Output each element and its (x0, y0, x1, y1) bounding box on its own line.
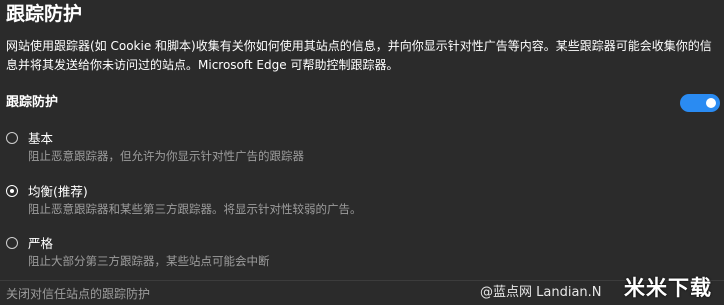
option-strict-label: 严格 (28, 236, 54, 251)
tracking-toggle-label: 跟踪防护 (6, 95, 59, 110)
tracking-description: 网站使用跟踪器(如 Cookie 和脚本)收集有关你如何使用其站点的信息，并向你… (6, 39, 712, 72)
radio-selected-dot (9, 188, 14, 193)
option-basic-description: 阻止恶意跟踪器，但允许为你显示针对性广告的跟踪器 (28, 149, 304, 163)
section-divider (0, 280, 724, 281)
trusted-sites-exceptions-link[interactable]: 关闭对信任站点的跟踪防护 (6, 286, 150, 303)
option-balanced[interactable]: 均衡(推荐) 阻止恶意跟踪器和某些第三方跟踪器。将显示针对性较弱的广告。 (6, 183, 606, 219)
toggle-knob (706, 98, 716, 108)
option-basic-label: 基本 (28, 131, 54, 146)
option-balanced-label: 均衡(推荐) (28, 184, 88, 199)
watermark-text: @蓝点网 Landian.N (480, 285, 602, 300)
option-strict[interactable]: 严格 阻止大部分第三方跟踪器，某些站点可能会中断 (6, 235, 606, 271)
page-title: 跟踪防护 (6, 3, 83, 25)
radio-basic[interactable] (6, 132, 18, 144)
tracking-prevention-toggle[interactable] (680, 94, 720, 112)
watermark-logo: 米米下载 (624, 276, 712, 300)
radio-strict[interactable] (6, 237, 18, 249)
option-basic[interactable]: 基本 阻止恶意跟踪器，但允许为你显示针对性广告的跟踪器 (6, 130, 606, 166)
tracking-prevention-page: 跟踪防护 网站使用跟踪器(如 Cookie 和脚本)收集有关你如何使用其站点的信… (0, 0, 724, 305)
option-strict-description: 阻止大部分第三方跟踪器，某些站点可能会中断 (28, 254, 270, 268)
option-balanced-description: 阻止恶意跟踪器和某些第三方跟踪器。将显示针对性较弱的广告。 (28, 202, 362, 216)
radio-balanced[interactable] (6, 185, 18, 197)
